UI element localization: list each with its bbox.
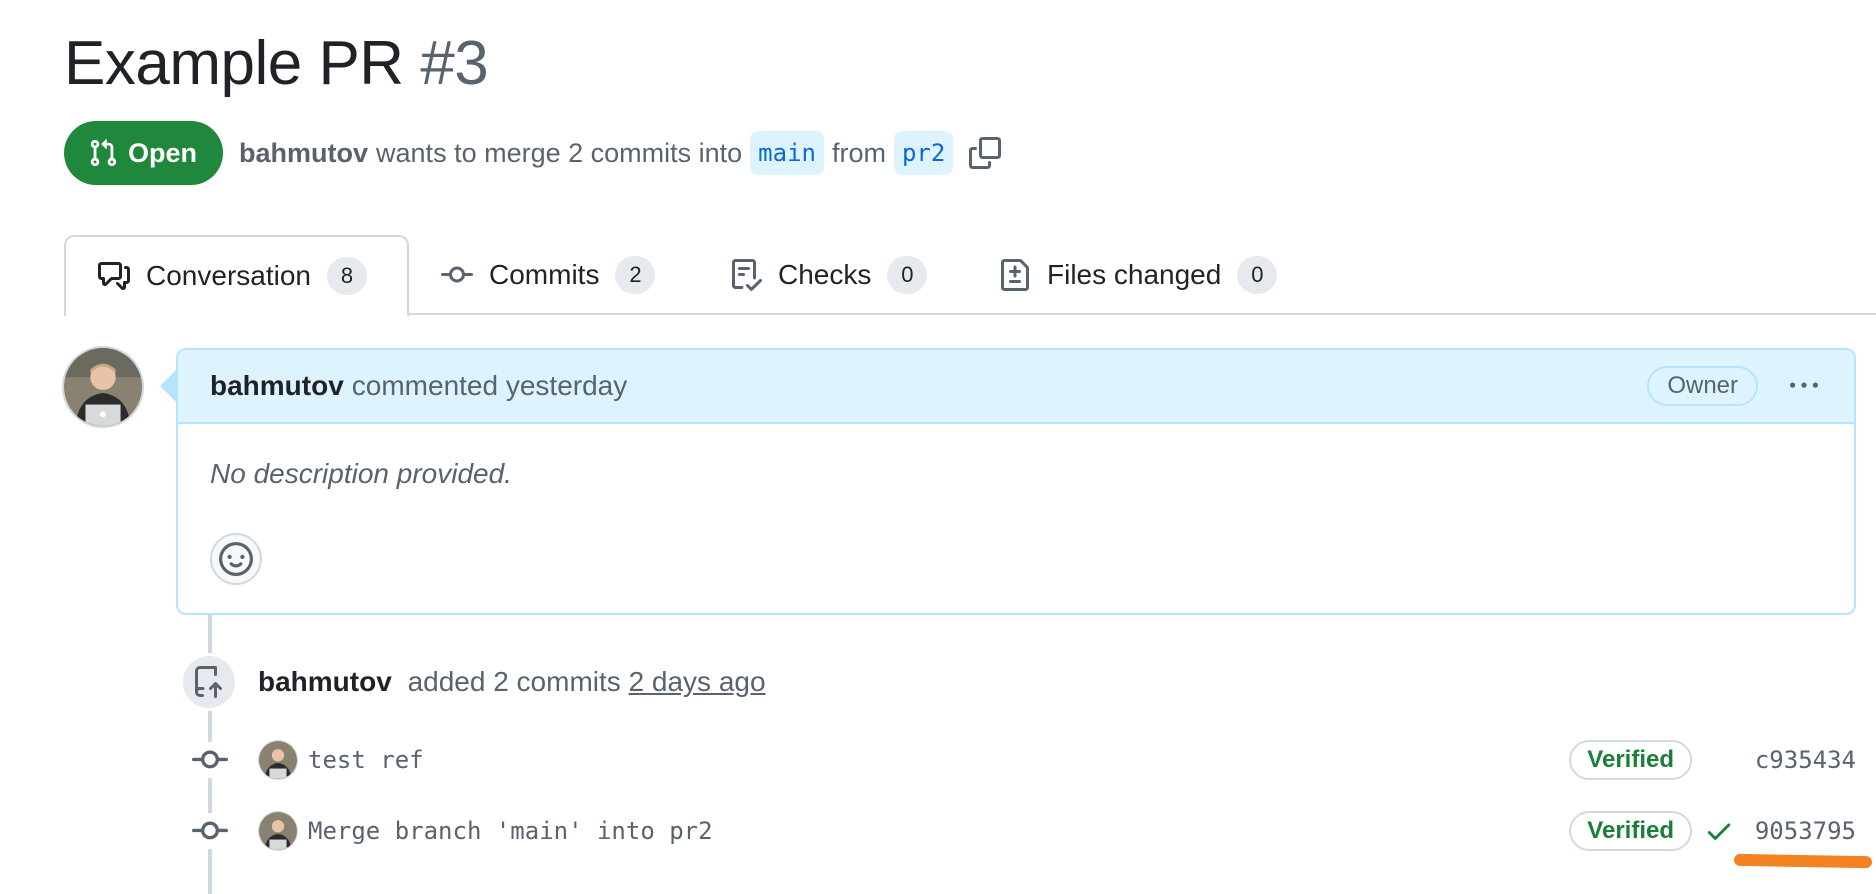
git-commit-icon: [192, 813, 228, 849]
verified-badge[interactable]: Verified: [1569, 740, 1692, 780]
owner-badge: Owner: [1647, 366, 1758, 406]
base-branch-link[interactable]: main: [750, 131, 824, 175]
git-pull-request-icon: [90, 139, 117, 167]
commit-sha-link[interactable]: c935434: [1755, 746, 1856, 774]
comment-author-link[interactable]: bahmutov: [210, 370, 344, 402]
tab-label: Conversation: [146, 260, 311, 291]
annotation-underline: [1733, 853, 1873, 869]
from-text: from: [831, 137, 886, 168]
state-badge: Open: [64, 121, 224, 185]
state-label: Open: [128, 137, 198, 168]
tab-counter: 8: [326, 257, 367, 295]
checklist-icon: [732, 259, 762, 291]
pr-number: #3: [420, 29, 489, 98]
pr-meta: bahmutov wants to merge 2 commits into m…: [239, 131, 1002, 175]
pr-state-row: Open bahmutov wants to merge 2 commits i…: [64, 121, 1002, 185]
check-icon[interactable]: [1704, 816, 1734, 846]
tab-label: Files changed: [1047, 259, 1222, 290]
commit-sha-link[interactable]: 9053795: [1755, 817, 1856, 845]
add-reaction-button[interactable]: [210, 533, 262, 585]
commit-message-link[interactable]: test ref: [308, 746, 424, 774]
timeline-event-commits-added: bahmutov added 2 commits 2 days ago: [180, 652, 766, 712]
tab-commits[interactable]: Commits 2: [441, 235, 656, 315]
head-branch-link[interactable]: pr2: [893, 131, 954, 175]
comment-box: bahmutov commented yesterday Owner No de…: [176, 348, 1856, 615]
commit-message-link[interactable]: Merge branch 'main' into pr2: [308, 817, 713, 845]
tab-label: Commits: [489, 259, 600, 290]
tab-counter: 0: [887, 256, 928, 294]
tab-label: Checks: [778, 259, 872, 290]
avatar-image: [64, 348, 142, 426]
commit-row: Merge branch 'main' into pr2 Verified 90…: [192, 807, 1856, 855]
pr-tabs: Conversation 8 Commits 2 Checks 0 Files …: [64, 235, 1876, 317]
pr-author-link[interactable]: bahmutov: [239, 138, 368, 169]
avatar[interactable]: [62, 346, 144, 428]
event-action: added 2 commits: [407, 666, 621, 697]
repo-push-icon: [180, 653, 238, 711]
commit-row: test ref Verified c935434: [192, 736, 1856, 784]
pr-summary-text: wants to merge 2 commits into: [376, 137, 743, 168]
commit-author-avatar[interactable]: [258, 811, 298, 851]
file-diff-icon: [1001, 259, 1029, 291]
page-title: Example PR #3: [64, 28, 489, 99]
event-time-link[interactable]: 2 days ago: [629, 666, 766, 697]
event-author-link[interactable]: bahmutov: [258, 666, 392, 697]
tab-files-changed[interactable]: Files changed 0: [999, 235, 1278, 315]
tab-counter: 0: [1237, 256, 1278, 294]
copy-icon[interactable]: [969, 137, 1002, 169]
comment-pointer: [160, 370, 176, 402]
comment-action: commented yesterday: [351, 370, 628, 401]
commit-author-avatar[interactable]: [258, 740, 298, 780]
pr-title: Example PR: [64, 29, 404, 98]
tab-counter: 2: [615, 256, 656, 294]
event-text: bahmutov added 2 commits 2 days ago: [258, 666, 766, 698]
comment-discussion-icon: [98, 262, 130, 290]
git-commit-icon: [441, 266, 473, 283]
kebab-horizontal-icon[interactable]: [1784, 372, 1824, 400]
smiley-icon: [219, 542, 253, 576]
tab-checks[interactable]: Checks 0: [730, 235, 928, 315]
comment-body: No description provided.: [210, 458, 512, 489]
git-commit-icon: [192, 742, 228, 778]
comment-header: bahmutov commented yesterday Owner: [178, 350, 1854, 424]
verified-badge[interactable]: Verified: [1569, 811, 1692, 851]
tab-conversation[interactable]: Conversation 8: [64, 235, 409, 317]
